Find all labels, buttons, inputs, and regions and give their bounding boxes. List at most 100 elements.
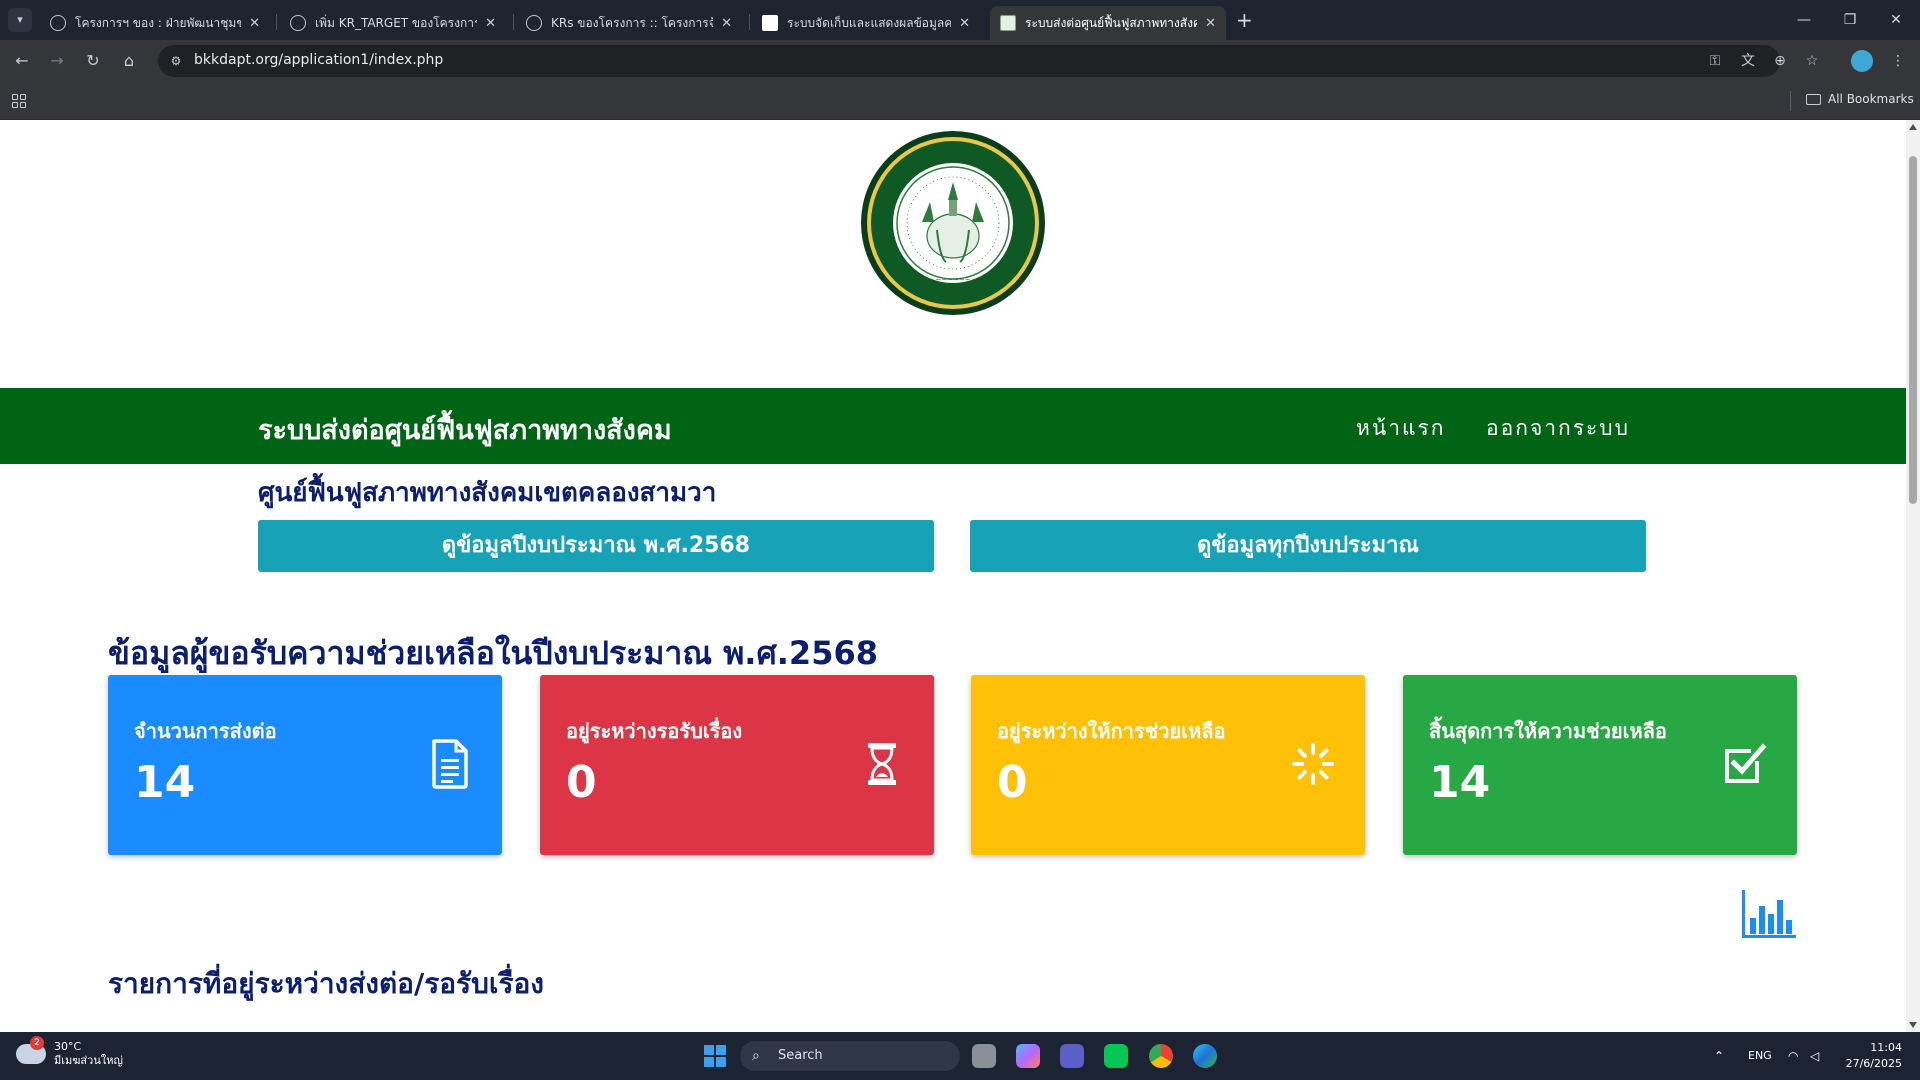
tab-divider	[749, 14, 750, 30]
pending-list-title: รายการที่อยู่ระหว่างส่งต่อ/รอรับเรื่อง	[108, 967, 544, 1000]
weather-widget[interactable]: 2 30°C มีเมฆส่วนใหญ่	[16, 1036, 123, 1068]
new-tab-button[interactable]: +	[1236, 8, 1253, 32]
menu-icon[interactable]: ⋮	[1888, 51, 1908, 71]
close-tab-icon[interactable]: ✕	[249, 16, 260, 31]
stat-label: จำนวนการส่งต่อ	[134, 719, 277, 743]
zoom-icon[interactable]: ⊕	[1770, 51, 1790, 71]
start-button[interactable]	[704, 1045, 726, 1067]
tab-divider	[513, 14, 514, 30]
close-tab-icon[interactable]: ✕	[485, 16, 496, 31]
stat-label: อยู่ระหว่างให้การช่วยเหลือ	[997, 719, 1226, 743]
forward-button[interactable]: →	[46, 50, 68, 72]
tray-overflow-icon[interactable]: ⌃	[1714, 1049, 1724, 1063]
system-clock[interactable]: 11:04 27/6/2025	[1842, 1040, 1902, 1072]
tab-divider	[276, 14, 277, 30]
tab-4[interactable]: ระบบจัดเก็บและแสดงผลข้อมูลครัวเรือ ✕	[752, 6, 980, 40]
close-window-button[interactable]: ✕	[1873, 0, 1919, 40]
scroll-down-arrow-icon[interactable]	[1909, 1022, 1917, 1028]
stat-card-in-progress[interactable]: อยู่ระหว่างให้การช่วยเหลือ 0	[971, 675, 1365, 855]
tab-title: ระบบจัดเก็บและแสดงผลข้อมูลครัวเรือ	[787, 15, 952, 30]
tab-5-active[interactable]: ระบบส่งต่อศูนย์ฟื้นฟูสภาพทางสังคม ✕	[990, 6, 1226, 40]
url-text: bkkdapt.org/application1/index.php	[194, 52, 444, 68]
address-bar[interactable]: ⚙ bkkdapt.org/application1/index.php	[158, 45, 1780, 77]
taskbar-search[interactable]: ⌕ Search	[740, 1041, 960, 1071]
globe-icon	[50, 15, 66, 31]
stat-card-referrals[interactable]: จำนวนการส่งต่อ 14	[108, 675, 502, 855]
bookmarks-bar: All Bookmarks	[0, 82, 1920, 120]
clock-date: 27/6/2025	[1845, 1057, 1902, 1070]
svg-text:~~~~~~: ~~~~~~	[935, 276, 970, 284]
weather-temp: 30°C	[54, 1040, 82, 1053]
reload-button[interactable]: ↻	[82, 50, 104, 72]
profile-avatar[interactable]	[1851, 50, 1873, 72]
restore-button[interactable]: ❐	[1827, 0, 1873, 40]
tab-bar: ▾ โครงการฯ ของ : ฝ่ายพัฒนาชุมชนและ ✕ เพิ…	[0, 0, 1920, 40]
password-key-icon[interactable]: ⚿	[1705, 51, 1725, 71]
scroll-thumb[interactable]	[1909, 156, 1917, 504]
document-icon	[432, 739, 468, 789]
bookmarks-divider	[1790, 91, 1791, 111]
center-name-heading: ศูนย์ฟื้นฟูสภาพทางสังคมเขตคลองสามวา	[258, 478, 717, 508]
nav-home-link[interactable]: หน้าแรก	[1356, 412, 1446, 445]
site-favicon-icon	[762, 15, 778, 31]
stat-label: สิ้นสุดการให้ความช่วยเหลือ	[1429, 719, 1667, 743]
cloud-icon: 2	[16, 1036, 46, 1064]
tab-title: KRs ของโครงการ :: โครงการจ้างงาน	[551, 15, 714, 30]
folder-icon	[1806, 93, 1821, 105]
nav-logout-link[interactable]: ออกจากระบบ	[1486, 412, 1630, 445]
all-bookmarks-button[interactable]: All Bookmarks	[1806, 92, 1914, 106]
tab-1[interactable]: โครงการฯ ของ : ฝ่ายพัฒนาชุมชนและ ✕	[40, 6, 270, 40]
close-tab-icon[interactable]: ✕	[1205, 16, 1216, 31]
teams-icon[interactable]	[1060, 1044, 1084, 1068]
wifi-icon[interactable]: ◠	[1788, 1049, 1798, 1063]
view-fiscal-year-button[interactable]: ดูข้อมูลปีงบประมาณ พ.ศ.2568	[258, 520, 934, 572]
tab-search-button[interactable]: ▾	[8, 8, 32, 32]
search-icon: ⌕	[752, 1048, 760, 1064]
globe-icon	[290, 15, 306, 31]
site-navbar: ระบบส่งต่อศูนย์ฟื้นฟูสภาพทางสังคม หน้าแร…	[0, 388, 1906, 464]
language-indicator[interactable]: ENG	[1748, 1049, 1772, 1062]
tab-title: เพิ่ม KR_TARGET ของโครงการ :: กิจ	[315, 15, 478, 30]
tab-3[interactable]: KRs ของโครงการ :: โครงการจ้างงาน ✕	[516, 6, 742, 40]
taskbar-search-label: Search	[778, 1048, 823, 1063]
hourglass-icon	[868, 743, 896, 785]
home-button[interactable]: ⌂	[118, 50, 140, 72]
close-tab-icon[interactable]: ✕	[959, 16, 970, 31]
stat-value: 14	[1429, 757, 1491, 808]
volume-icon[interactable]: ◁	[1810, 1049, 1819, 1063]
translate-icon[interactable]: 文	[1738, 51, 1758, 71]
view-all-years-button[interactable]: ดูข้อมูลทุกปีงบประมาณ	[970, 520, 1646, 572]
apps-grid-icon[interactable]	[12, 94, 26, 108]
back-button[interactable]: ←	[11, 50, 33, 72]
clock-time: 11:04	[1870, 1041, 1902, 1054]
site-favicon-icon	[1000, 15, 1016, 31]
tab-title: ระบบส่งต่อศูนย์ฟื้นฟูสภาพทางสังคม	[1025, 15, 1198, 30]
notification-badge: 2	[30, 1036, 44, 1050]
tab-title: โครงการฯ ของ : ฝ่ายพัฒนาชุมชนและ	[75, 15, 242, 30]
bookmark-star-icon[interactable]: ☆	[1802, 51, 1822, 71]
edge-icon[interactable]	[1193, 1044, 1217, 1068]
browser-toolbar: ← → ↻ ⌂ ⚙ bkkdapt.org/application1/index…	[0, 40, 1920, 82]
spinner-icon	[1292, 743, 1334, 785]
scroll-up-arrow-icon[interactable]	[1909, 124, 1917, 130]
check-square-icon	[1725, 743, 1767, 783]
site-brand[interactable]: ระบบส่งต่อศูนย์ฟื้นฟูสภาพทางสังคม	[258, 408, 672, 451]
chrome-icon[interactable]	[1149, 1044, 1173, 1068]
weather-desc: มีเมฆส่วนใหญ่	[54, 1054, 123, 1067]
minimize-button[interactable]: —	[1781, 0, 1827, 40]
page-scrollbar[interactable]	[1906, 120, 1920, 1032]
bar-chart-icon[interactable]	[1740, 888, 1798, 940]
tab-2[interactable]: เพิ่ม KR_TARGET ของโครงการ :: กิจ ✕	[280, 6, 506, 40]
stat-value: 0	[997, 757, 1028, 808]
line-app-icon[interactable]	[1104, 1044, 1128, 1068]
site-info-icon[interactable]: ⚙	[168, 53, 184, 69]
windows-taskbar: 2 30°C มีเมฆส่วนใหญ่ ⌕ Search ⌃ ENG ◠ ◁ …	[0, 1032, 1920, 1080]
stat-card-completed[interactable]: สิ้นสุดการให้ความช่วยเหลือ 14	[1403, 675, 1797, 855]
stats-section-title: ข้อมูลผู้ขอรับความช่วยเหลือในปีงบประมาณ …	[108, 634, 878, 672]
close-tab-icon[interactable]: ✕	[721, 16, 732, 31]
task-view-icon[interactable]	[972, 1044, 996, 1068]
globe-icon	[526, 15, 542, 31]
stat-card-awaiting[interactable]: อยู่ระหว่างรอรับเรื่อง 0	[540, 675, 934, 855]
copilot-icon[interactable]	[1016, 1044, 1040, 1068]
stat-value: 14	[134, 757, 196, 808]
